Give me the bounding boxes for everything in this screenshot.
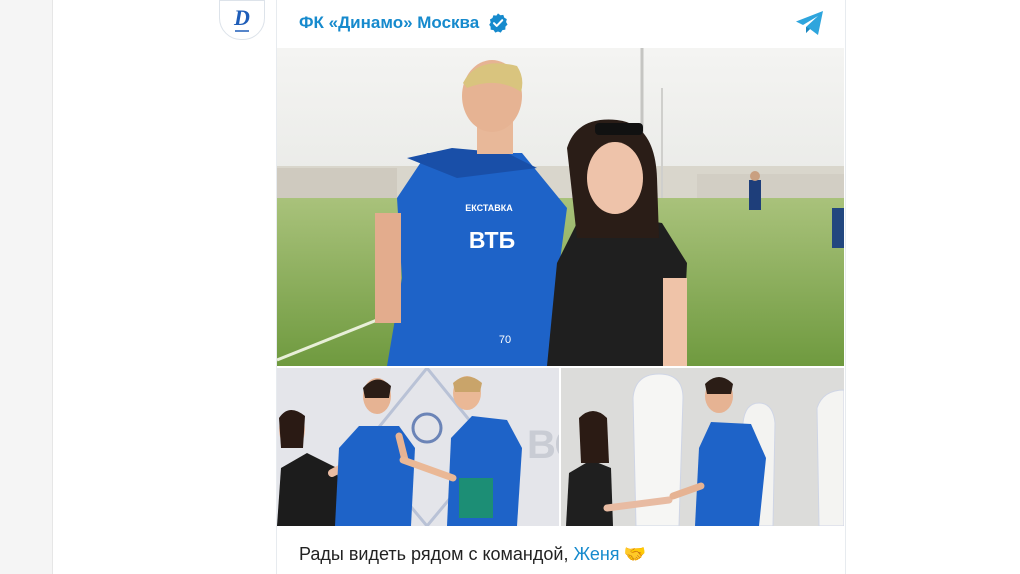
caption-text: Рады видеть рядом с командой, [299,544,569,564]
handshake-emoji: 🤝 [623,544,646,564]
verified-badge-icon [489,13,508,33]
photo-bottom-left[interactable]: ВС [277,368,559,526]
jersey-sponsor-top: ЕКСТАВКА [465,203,513,213]
jersey-number: 70 [499,334,511,346]
channel-avatar[interactable]: D [219,0,265,40]
left-pane [0,0,53,574]
svg-text:ВС: ВС [527,423,559,467]
svg-text:D: D [233,5,250,30]
telegram-share-icon[interactable] [793,6,827,40]
dynamo-logo: D [233,5,250,32]
post-caption: Рады видеть рядом с командой, Женя 🤝 [299,544,646,565]
photo-bottom-right[interactable] [561,368,844,526]
photo-main[interactable]: ВТБ ЕКСТАВКА 70 [277,48,844,366]
channel-name-link[interactable]: ФК «Динамо» Москва [299,12,509,34]
channel-name[interactable]: ФК «Динамо» Москва [299,13,479,33]
jersey-sponsor: ВТБ [469,227,515,253]
caption-mention-link[interactable]: Женя [573,544,619,565]
post-card: ФК «Динамо» Москва ВТБ ЕКСТАВКА 70 В Рад… [276,0,846,574]
